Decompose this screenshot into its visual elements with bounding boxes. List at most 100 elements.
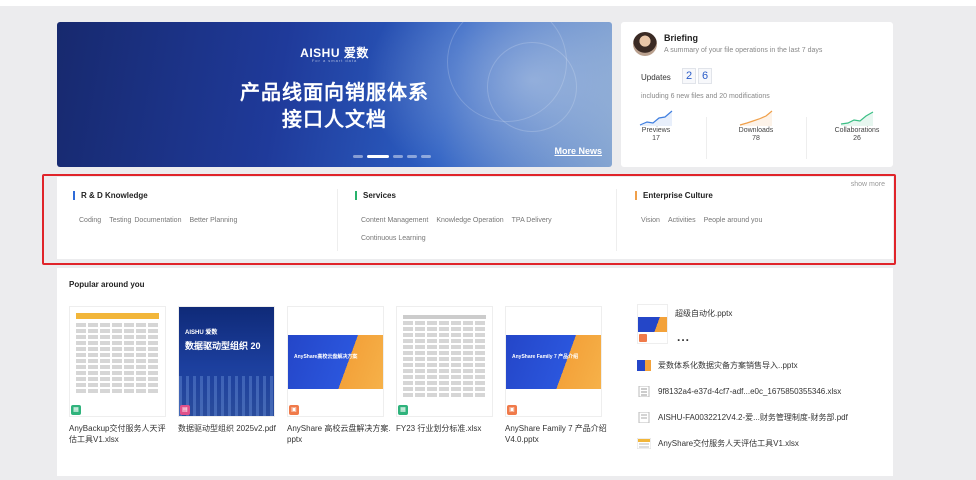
highlight-outline <box>42 174 896 265</box>
sheet-row <box>76 323 159 327</box>
carousel-dot[interactable] <box>421 155 431 158</box>
updates-description: including 6 new files and 20 modificatio… <box>641 93 770 100</box>
sheet-row <box>76 353 159 357</box>
file-name[interactable]: 数据驱动型组织 2025v2.pdf <box>178 423 282 434</box>
file-name[interactable]: AnyShare交付服务人天评估工具V1.xlsx <box>658 438 799 449</box>
carousel-dots[interactable] <box>353 155 431 158</box>
recent-file-featured[interactable]: 超级自动化.pptx ... <box>637 304 887 352</box>
file-thumbnail[interactable]: ▦ <box>396 306 493 417</box>
file-thumbnail[interactable]: AISHU 爱数 数据驱动型组织 20 ▤ <box>178 306 275 417</box>
sheet-row <box>403 333 486 337</box>
pptx-badge-icon <box>639 334 647 342</box>
file-name[interactable]: 超级自动化.pptx <box>675 308 732 319</box>
sheet-row <box>403 369 486 373</box>
sheet-row <box>76 389 159 393</box>
file-thumbnail[interactable]: AnyShare Family 7 产品介绍 ▣ <box>505 306 602 417</box>
thumb-logo: AISHU 爱数 <box>185 330 218 336</box>
file-thumbnail[interactable]: ▦ <box>69 306 166 417</box>
banner-title-line-1: 产品线面向销服体系 <box>240 82 429 104</box>
sheet-row <box>403 345 486 349</box>
avatar[interactable] <box>633 32 657 56</box>
stat-value: 26 <box>853 135 861 142</box>
file-name[interactable]: AnyShare Family 7 产品介绍V4.0.pptx <box>505 423 609 445</box>
sheet-row <box>403 393 486 397</box>
file-name[interactable]: AnyShare 高校云盘解决方案.pptx <box>287 423 391 445</box>
xlsx-icon <box>637 437 651 449</box>
briefing-subtitle: A summary of your file operations in the… <box>664 47 823 54</box>
stat-downloads[interactable]: Downloads 78 <box>716 110 796 142</box>
popular-file-card[interactable]: AnyShare Family 7 产品介绍 ▣ AnyShare Family… <box>505 306 607 445</box>
sheet-row <box>76 383 159 387</box>
stat-label: Collaborations <box>834 127 880 134</box>
carousel-dot[interactable] <box>393 155 403 158</box>
downloads-sparkline-icon <box>739 110 773 126</box>
recent-file-item[interactable]: 爱数体系化数据灾备方案销售导入..pptx <box>637 352 887 378</box>
collaborations-sparkline-icon <box>840 111 874 126</box>
sheet-header-bar <box>403 315 486 319</box>
top-bar <box>0 0 976 6</box>
sheet-row <box>403 381 486 385</box>
stat-previews[interactable]: Previews 17 <box>616 110 696 142</box>
sheet-row <box>76 377 159 381</box>
popular-file-card[interactable]: ▦ FY23 行业划分标准.xlsx <box>396 306 493 434</box>
sheet-row <box>76 341 159 345</box>
carousel-dot-active[interactable] <box>367 155 389 158</box>
stat-label: Previews <box>641 127 671 134</box>
slide-preview: AnyShare高校云盘解决方案 <box>288 335 383 389</box>
file-name[interactable]: 9f8132a4-e37d-4cf7-adf...e0c_16758503553… <box>658 387 841 396</box>
news-banner[interactable]: AISHU 爱数 For a smart data 产品线面向销服体系 接口人文… <box>57 22 612 167</box>
more-ellipsis[interactable]: ... <box>677 330 690 344</box>
file-thumbnail[interactable] <box>637 304 668 344</box>
updates-label: Updates <box>641 73 671 82</box>
updates-digit: 6 <box>698 68 712 84</box>
stat-collaborations[interactable]: Collaborations 26 <box>817 110 897 142</box>
sheet-row <box>403 387 486 391</box>
sheet-row <box>76 329 159 333</box>
xlsx-icon <box>638 385 650 397</box>
popular-title: Popular around you <box>69 280 145 289</box>
banner-title-line-2: 接口人文档 <box>282 109 387 131</box>
carousel-dot[interactable] <box>353 155 363 158</box>
sheet-row <box>76 335 159 339</box>
popular-section: Popular around you ▦ AnyBackup交付服务人天评估工具… <box>57 268 893 476</box>
sheet-header-bar <box>76 313 159 319</box>
file-name[interactable]: FY23 行业划分标准.xlsx <box>396 423 500 434</box>
file-name[interactable]: AnyBackup交付服务人天评估工具V1.xlsx <box>69 423 173 445</box>
pdf-icon <box>638 411 650 423</box>
sheet-row <box>403 357 486 361</box>
popular-file-card[interactable]: AnyShare高校云盘解决方案 ▣ AnyShare 高校云盘解决方案.ppt… <box>287 306 391 445</box>
pdf-badge-icon: ▤ <box>180 405 190 415</box>
stat-divider <box>706 117 707 159</box>
xlsx-badge-icon: ▦ <box>398 405 408 415</box>
more-news-link[interactable]: More News <box>554 146 602 156</box>
pptx-badge-icon: ▣ <box>507 405 517 415</box>
popular-file-card[interactable]: AISHU 爱数 数据驱动型组织 20 ▤ 数据驱动型组织 2025v2.pdf <box>178 306 276 434</box>
thumb-title: AnyShare Family 7 产品介绍 <box>512 354 579 360</box>
recent-files-list: 超级自动化.pptx ... 爱数体系化数据灾备方案销售导入..pptx 9f8… <box>637 304 887 456</box>
carousel-dot[interactable] <box>407 155 417 158</box>
sheet-row <box>76 359 159 363</box>
stat-label: Downloads <box>738 127 774 134</box>
previews-sparkline-icon <box>639 110 673 126</box>
file-name[interactable]: AISHU-FA0032212V4.2-爱...财务管理制度-财务部.pdf <box>658 412 848 423</box>
sheet-row <box>403 363 486 367</box>
recent-file-item[interactable]: AISHU-FA0032212V4.2-爱...财务管理制度-财务部.pdf <box>637 404 887 430</box>
sheet-row <box>403 375 486 379</box>
briefing-panel: Briefing A summary of your file operatio… <box>621 22 893 167</box>
recent-file-item[interactable]: 9f8132a4-e37d-4cf7-adf...e0c_16758503553… <box>637 378 887 404</box>
briefing-title: Briefing <box>664 33 699 43</box>
popular-file-card[interactable]: ▦ AnyBackup交付服务人天评估工具V1.xlsx <box>69 306 166 445</box>
file-thumbnail[interactable]: AnyShare高校云盘解决方案 ▣ <box>287 306 384 417</box>
file-name[interactable]: 爱数体系化数据灾备方案销售导入..pptx <box>658 360 798 371</box>
recent-file-item[interactable]: AnyShare交付服务人天评估工具V1.xlsx <box>637 430 887 456</box>
slide-preview: AnyShare Family 7 产品介绍 <box>506 335 601 389</box>
thumb-title: 数据驱动型组织 20 <box>185 341 261 351</box>
sheet-row <box>76 371 159 375</box>
slide-preview <box>638 317 667 332</box>
sheet-row <box>76 347 159 351</box>
sheet-row <box>403 339 486 343</box>
sheet-row <box>76 365 159 369</box>
updates-digit: 2 <box>682 68 696 84</box>
pptx-icon <box>637 359 651 371</box>
thumb-city-pattern <box>179 376 274 416</box>
